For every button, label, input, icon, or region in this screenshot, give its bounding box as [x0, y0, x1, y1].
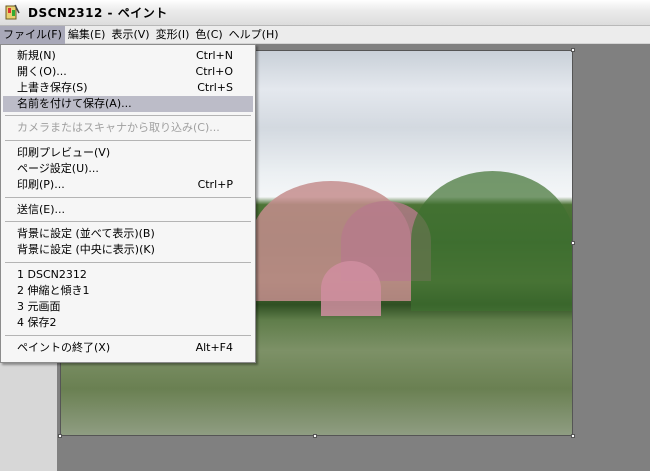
resize-handle[interactable]: [571, 48, 575, 52]
menu-colors[interactable]: 色(C): [192, 26, 225, 44]
menu-help[interactable]: ヘルプ(H): [226, 26, 282, 44]
paint-window: DSCN2312 - ペイント ファイル(F) 編集(E) 表示(V) 変形(I…: [0, 0, 650, 471]
menu-item-send[interactable]: 送信(E)...: [3, 202, 253, 218]
tree-mass: [411, 171, 572, 311]
menu-edit[interactable]: 編集(E): [65, 26, 109, 44]
menu-view[interactable]: 表示(V): [108, 26, 152, 44]
resize-handle[interactable]: [313, 434, 317, 438]
menu-item-open[interactable]: 開く(O)... Ctrl+O: [3, 64, 253, 80]
menu-file[interactable]: ファイル(F): [0, 25, 65, 44]
menu-item-exit[interactable]: ペイントの終了(X) Alt+F4: [3, 340, 253, 356]
menu-item-recent-1[interactable]: 1 DSCN2312: [3, 267, 253, 283]
menu-separator: [5, 140, 251, 141]
paint-app-icon[interactable]: [4, 4, 20, 22]
menu-item-recent-4[interactable]: 4 保存2: [3, 315, 253, 331]
menu-separator: [5, 221, 251, 222]
menu-item-page-setup[interactable]: ページ設定(U)...: [3, 161, 253, 177]
menu-item-recent-3[interactable]: 3 元画面: [3, 299, 253, 315]
menu-item-wallpaper-tiled[interactable]: 背景に設定 (並べて表示)(B): [3, 226, 253, 242]
window-title: DSCN2312 - ペイント: [28, 6, 168, 20]
resize-handle[interactable]: [571, 241, 575, 245]
menu-separator: [5, 335, 251, 336]
menu-bar: ファイル(F) 編集(E) 表示(V) 変形(I) 色(C) ヘルプ(H): [0, 25, 650, 44]
menu-separator: [5, 262, 251, 263]
menu-separator: [5, 197, 251, 198]
resize-handle[interactable]: [571, 434, 575, 438]
file-menu-dropdown: 新規(N) Ctrl+N 開く(O)... Ctrl+O 上書き保存(S) Ct…: [0, 44, 256, 363]
title-bar[interactable]: DSCN2312 - ペイント: [0, 0, 650, 26]
menu-item-from-scanner: カメラまたはスキャナから取り込み(C)...: [17, 121, 220, 134]
menu-item-new[interactable]: 新規(N) Ctrl+N: [3, 48, 253, 64]
menu-item-recent-2[interactable]: 2 伸縮と傾き1: [3, 283, 253, 299]
tree-mass: [321, 261, 381, 316]
resize-handle[interactable]: [58, 434, 62, 438]
menu-item-save-as[interactable]: 名前を付けて保存(A)...: [3, 96, 253, 112]
menu-item-wallpaper-centered[interactable]: 背景に設定 (中央に表示)(K): [3, 242, 253, 258]
menu-image[interactable]: 変形(I): [153, 26, 193, 44]
menu-item-print[interactable]: 印刷(P)... Ctrl+P: [3, 177, 253, 193]
menu-item-save[interactable]: 上書き保存(S) Ctrl+S: [3, 80, 253, 96]
menu-item-print-preview[interactable]: 印刷プレビュー(V): [3, 145, 253, 161]
menu-separator: [5, 115, 251, 116]
